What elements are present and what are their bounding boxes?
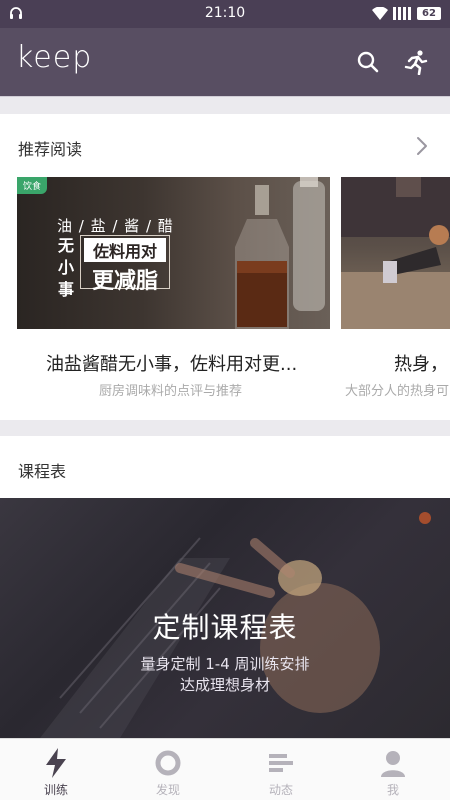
status-bar: 21:10 62 [0, 0, 450, 28]
wifi-icon [372, 7, 388, 20]
workout-photo [341, 177, 450, 329]
article-title-1[interactable]: 油盐酱醋无小事，佐料用对更... [46, 350, 297, 376]
battery-indicator: 62 [417, 7, 441, 20]
lightning-icon [46, 748, 66, 778]
bars-icon [269, 754, 293, 772]
banner-subtitle: 量身定制 1-4 周训练安排 达成理想身材 [0, 654, 450, 696]
image-text-box: 佐料用对 更减脂 [80, 235, 170, 294]
ring-icon [155, 750, 181, 776]
article-image-1[interactable]: 饮食 油 / 盐 / 酱 / 醋 无小事 佐料用对 更减脂 [17, 177, 330, 329]
custom-schedule-banner[interactable]: 定制课程表 量身定制 1-4 周训练安排 达成理想身材 [0, 498, 450, 738]
image-text-ingredients: 油 / 盐 / 酱 / 醋 [57, 217, 174, 235]
chevron-right-icon[interactable] [415, 136, 429, 156]
schedule-card: 课程表 [0, 436, 450, 498]
article-image-2[interactable] [341, 177, 450, 329]
tab-activity[interactable]: 动态 [225, 739, 337, 800]
divider [0, 96, 450, 114]
person-icon [381, 751, 405, 777]
article-title-2[interactable]: 热身， [394, 350, 448, 376]
divider [0, 420, 450, 436]
tab-label-training: 训练 [43, 783, 68, 797]
category-tag: 饮食 [17, 177, 48, 194]
image-text-box-top: 佐料用对 [84, 238, 166, 262]
section-title-reading: 推荐阅读 [18, 140, 83, 159]
banner-subtitle-line2: 达成理想身材 [179, 676, 270, 694]
bottom-tab-bar: 训练 发现 动态 我 [0, 738, 450, 800]
banner-subtitle-line1: 量身定制 1-4 周训练安排 [140, 655, 310, 673]
tab-discover[interactable]: 发现 [112, 739, 224, 800]
app-header: keep [0, 28, 450, 96]
tab-label-discover: 发现 [155, 783, 180, 797]
section-title-schedule: 课程表 [18, 462, 67, 481]
image-text-box-bottom: 更减脂 [91, 269, 158, 294]
running-icon[interactable] [403, 49, 429, 75]
article-subtitle-1: 厨房调味料的点评与推荐 [99, 384, 243, 399]
bottle-image [235, 177, 325, 329]
search-icon[interactable] [356, 50, 380, 74]
tab-me[interactable]: 我 [337, 739, 449, 800]
banner-title: 定制课程表 [152, 611, 298, 644]
image-text-vertical: 无小事 [58, 236, 75, 299]
recommended-reading-card: 推荐阅读 饮食 油 / 盐 / 酱 / 醋 无小事 佐料用对 更减脂 油盐酱醋无… [0, 114, 450, 420]
tab-label-me: 我 [386, 783, 399, 797]
article-subtitle-2: 大部分人的热身可 [345, 384, 450, 399]
tab-label-activity: 动态 [268, 783, 293, 797]
app-logo: keep [16, 40, 93, 75]
tab-training[interactable]: 训练 [0, 739, 112, 800]
signal-icon [393, 7, 411, 20]
